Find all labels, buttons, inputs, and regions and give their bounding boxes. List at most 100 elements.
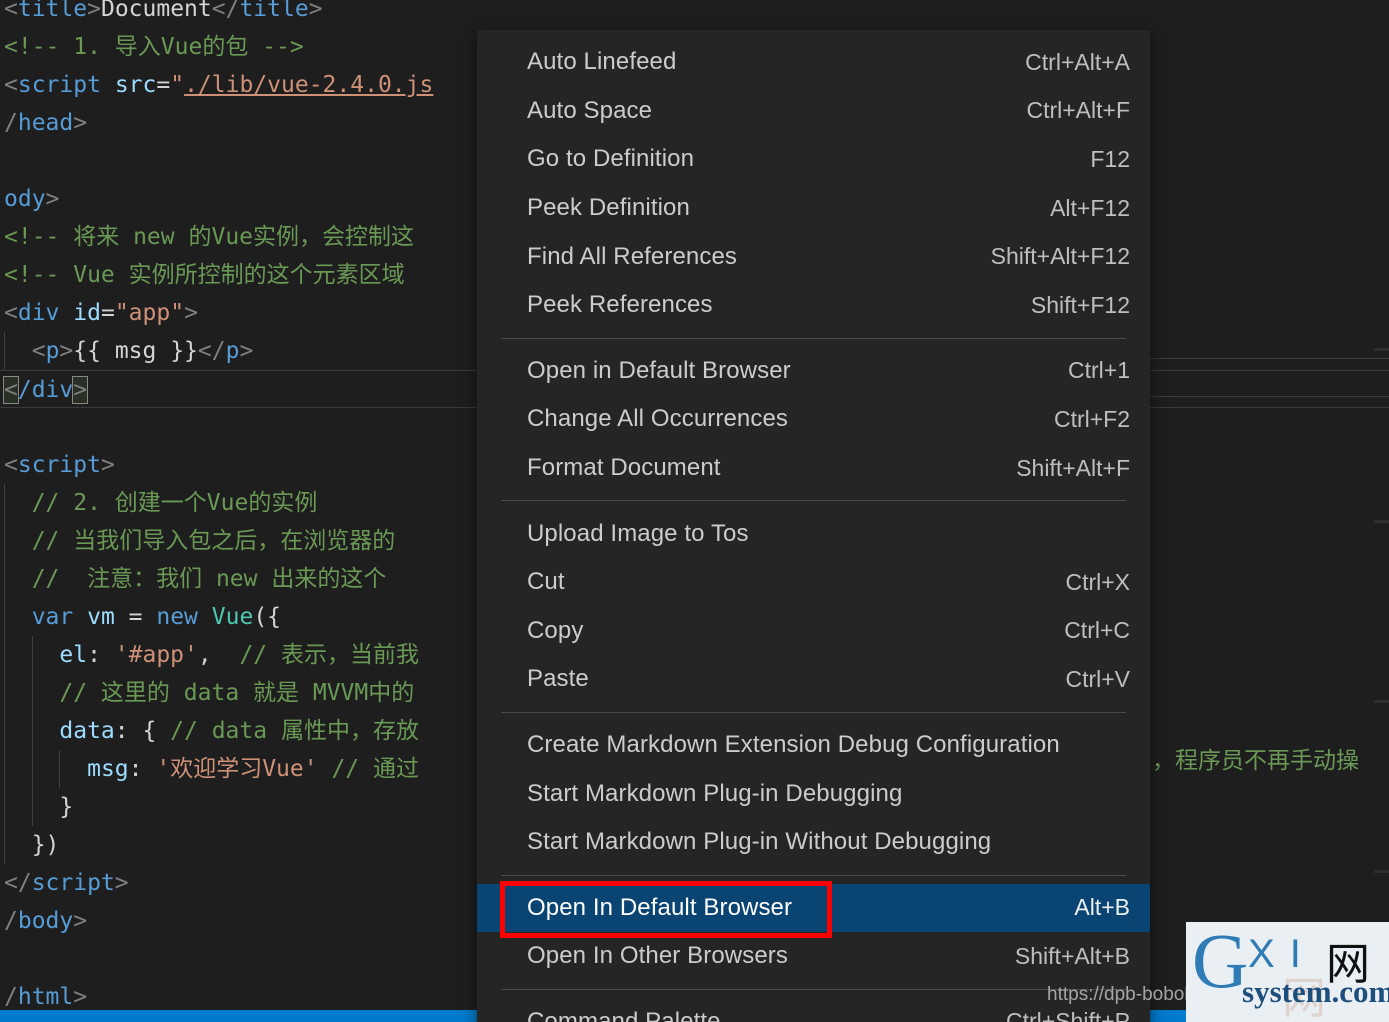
code-token: / [4, 110, 18, 136]
code-token: '#app' [114, 642, 198, 668]
menu-item-label: Open In Other Browsers [527, 942, 788, 970]
code-token: > [114, 870, 129, 896]
logo-letter-g: G [1192, 922, 1249, 1004]
menu-item-auto-linefeed[interactable]: Auto Linefeed Ctrl+Alt+A [477, 38, 1150, 87]
menu-item-shortcut: Ctrl+Alt+A [1025, 48, 1130, 75]
menu-item-go-to-definition[interactable]: Go to Definition F12 [477, 135, 1150, 184]
code-token: " [170, 72, 185, 98]
menu-item-peek-definition[interactable]: Peek Definition Alt+F12 [477, 184, 1150, 233]
code-token: : [128, 756, 157, 782]
menu-item-open-in-default-browser[interactable]: Open in Default Browser Ctrl+1 [477, 347, 1150, 396]
code-token: p [45, 338, 60, 364]
code-token: : { [114, 718, 171, 744]
code-token: '欢迎学习Vue' [156, 756, 318, 782]
indent-guide [4, 598, 5, 636]
menu-separator [501, 337, 1126, 339]
code-token: < [3, 376, 19, 404]
menu-item-start-markdown-plug-in-debugging[interactable]: Start Markdown Plug-in Debugging [477, 769, 1150, 818]
menu-item-shortcut: F12 [1090, 145, 1130, 172]
code-token: title [239, 0, 309, 22]
menu-item-shortcut: Shift+Alt+F12 [990, 243, 1130, 270]
editor-scrollbar-mark-2[interactable] [1374, 520, 1389, 523]
code-token: <!-- 1. 导入Vue的包 --> [4, 34, 304, 60]
menu-item-copy[interactable]: Copy Ctrl+C [477, 607, 1150, 656]
menu-item-shortcut: Ctrl+F2 [1053, 405, 1130, 432]
menu-separator [501, 874, 1126, 876]
code-token: / [4, 908, 18, 934]
menu-item-open-in-other-browsers[interactable]: Open In Other Browsers Shift+Alt+B [477, 932, 1150, 981]
code-token: id [73, 300, 101, 326]
indent-guide [4, 636, 5, 674]
menu-item-find-all-references[interactable]: Find All References Shift+Alt+F12 [477, 232, 1150, 281]
menu-item-format-document[interactable]: Format Document Shift+Alt+F [477, 444, 1150, 493]
menu-separator [501, 988, 1126, 990]
menu-item-label: Find All References [527, 242, 738, 270]
indent-guide [4, 484, 5, 522]
menu-item-start-markdown-plug-in-without-debugging[interactable]: Start Markdown Plug-in Without Debugging [477, 818, 1150, 867]
menu-item-label: Command Palette [527, 1007, 721, 1022]
code-token: </ [197, 338, 226, 364]
menu-item-shortcut: Ctrl+V [1065, 665, 1130, 692]
code-token: Vue [211, 604, 254, 630]
indent-guide [4, 788, 5, 826]
code-token: {{ msg }} [73, 338, 198, 364]
menu-item-label: Go to Definition [527, 145, 695, 173]
indent-guide [4, 712, 5, 750]
menu-item-cut[interactable]: Cut Ctrl+X [477, 558, 1150, 607]
code-token: < [31, 338, 46, 364]
code-token: } [59, 794, 74, 820]
menu-item-shortcut: Shift+Alt+B [1014, 942, 1130, 969]
logo-subtitle: system.com [1242, 974, 1389, 1009]
code-token: <!-- Vue 实例所控制的这个元素区域 [4, 262, 405, 288]
menu-item-create-markdown-extension-debug-configuration[interactable]: Create Markdown Extension Debug Configur… [477, 721, 1150, 770]
menu-item-shortcut: Ctrl+1 [1068, 357, 1130, 384]
code-token: head [17, 110, 74, 136]
editor-scrollbar-mark-1[interactable] [1374, 348, 1389, 351]
indent-guide [31, 636, 33, 674]
code-token: div [17, 300, 60, 326]
menu-separator [501, 711, 1126, 713]
menu-item-label: Auto Space [527, 96, 653, 124]
site-logo-watermark: 网 G X I 网 system.com [1186, 922, 1389, 1022]
menu-item-label: Upload Image to Tos [527, 519, 749, 547]
indent-guide [4, 332, 5, 370]
code-token: html [17, 984, 74, 1010]
code-token: ({ [253, 604, 282, 630]
code-token: body [17, 908, 74, 934]
editor-scrollbar-mark-4[interactable] [1374, 870, 1389, 873]
menu-item-label: Copy [527, 616, 584, 644]
menu-item-label: Start Markdown Plug-in Without Debugging [527, 828, 992, 856]
editor-scrollbar-mark-3[interactable] [1374, 700, 1389, 703]
code-token: < [4, 72, 18, 98]
menu-item-peek-references[interactable]: Peek References Shift+F12 [477, 281, 1150, 330]
code-token: Document [100, 0, 212, 22]
menu-item-paste[interactable]: Paste Ctrl+V [477, 655, 1150, 704]
menu-item-shortcut: Alt+B [1074, 894, 1130, 921]
code-token: > [308, 0, 323, 22]
code-token: script [17, 72, 101, 98]
menu-item-change-all-occurrences[interactable]: Change All Occurrences Ctrl+F2 [477, 395, 1150, 444]
code-token: "app" [114, 300, 185, 326]
code-token: > [45, 186, 60, 212]
indent-guide [31, 712, 33, 750]
code-token: data [59, 718, 115, 744]
menu-item-auto-space[interactable]: Auto Space Ctrl+Alt+F [477, 87, 1150, 136]
code-token: > [239, 338, 254, 364]
code-line[interactable]: <title>Document</title> [0, 0, 1389, 28]
menu-item-shortcut: Ctrl+Alt+F [1026, 97, 1130, 124]
code-token: > [73, 110, 88, 136]
code-token: > [87, 0, 101, 22]
menu-item-upload-image-to-tos[interactable]: Upload Image to Tos [477, 509, 1150, 558]
menu-item-open-in-default-browser[interactable]: Open In Default Browser Alt+B [477, 883, 1150, 933]
code-token: = [114, 604, 157, 630]
editor-context-menu[interactable]: Auto Linefeed Ctrl+Alt+A Auto Space Ctrl+Al… [477, 30, 1150, 1022]
code-token: /div [17, 377, 74, 403]
